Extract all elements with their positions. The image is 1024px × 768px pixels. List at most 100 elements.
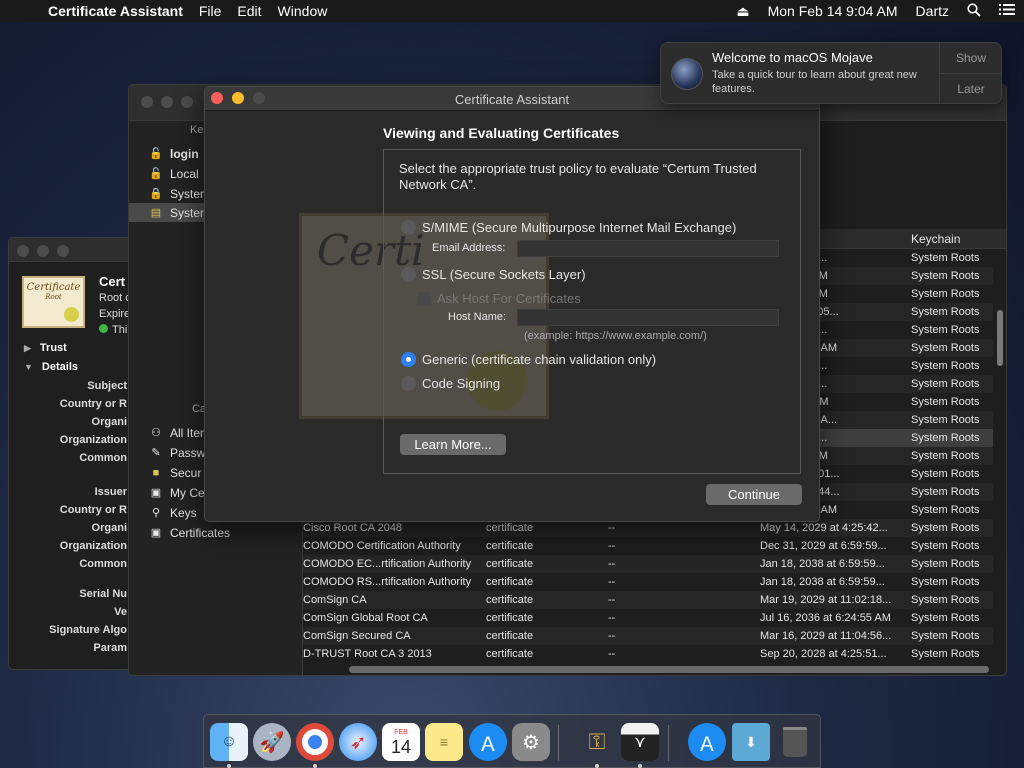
trash-icon[interactable]	[776, 723, 814, 761]
learn-more-button[interactable]: Learn More...	[400, 434, 506, 455]
table-row[interactable]: ComSign Secured CA certificate -- Mar 16, 2…	[303, 627, 993, 645]
kind-cell: certificate	[486, 576, 534, 588]
radio-button[interactable]	[401, 220, 416, 235]
sidebar-item-certificates[interactable]: ▣ Certificates	[129, 523, 303, 542]
kind-cell: certificate	[486, 522, 534, 534]
expires-cell: Jan 18, 2038 at 6:59:59...	[760, 576, 885, 588]
detail-label: Organization	[59, 540, 127, 552]
app-menu[interactable]: Certificate Assistant	[40, 3, 191, 19]
file-menu[interactable]: File	[191, 3, 230, 19]
window-menu[interactable]: Window	[270, 3, 336, 19]
valid-check-icon	[99, 324, 108, 333]
detail-label: Subject	[87, 380, 127, 392]
notification-banner[interactable]: Welcome to macOS Mojave Take a quick tou…	[660, 42, 1002, 104]
user-menu[interactable]: Dartz	[907, 3, 958, 19]
cert-name-cell: COMODO RS...rtification Authority	[303, 576, 472, 588]
spotlight-search-icon[interactable]	[958, 2, 990, 20]
table-row[interactable]: ComSign Global Root CA certificate -- Jul 1…	[303, 609, 993, 627]
zoom-button[interactable]	[181, 96, 193, 108]
keychain-cell: System Roots	[911, 432, 980, 444]
vertical-scrollbar[interactable]	[997, 310, 1003, 366]
notes-icon[interactable]: ≡	[425, 723, 463, 761]
detail-label: Param	[93, 642, 127, 654]
edit-menu[interactable]: Edit	[229, 3, 269, 19]
notification-center-icon[interactable]	[990, 3, 1024, 19]
close-button[interactable]	[141, 96, 153, 108]
modified-cell: --	[608, 576, 616, 588]
kind-cell: certificate	[486, 558, 534, 570]
radio-button[interactable]	[401, 267, 416, 282]
zoom-button[interactable]	[57, 245, 69, 257]
detail-label: Organization	[59, 434, 127, 446]
minimize-button[interactable]	[37, 245, 49, 257]
cert-name-cell: COMODO Certification Authority	[303, 540, 461, 552]
system-preferences-icon[interactable]: ⚙	[512, 723, 550, 761]
details-disclosure[interactable]: ▼ Details	[24, 361, 78, 373]
downloads-folder-icon[interactable]: ⬇	[732, 723, 770, 761]
certificate-icon: ▣	[150, 527, 162, 539]
detail-label: Organi	[91, 522, 127, 534]
email-label: Email Address:	[432, 242, 506, 254]
column-header-keychain[interactable]: Keychain	[911, 232, 960, 246]
downloads-app-store-icon[interactable]: Ａ	[688, 723, 726, 761]
finder-icon[interactable]: ☺	[210, 723, 248, 761]
detail-label: Signature Algo	[49, 624, 127, 636]
email-field[interactable]	[517, 240, 779, 257]
table-row[interactable]: D-TRUST Root CA 3 2013 certificate -- Sep 2…	[303, 645, 993, 663]
minimize-button[interactable]	[161, 96, 173, 108]
radio-button-selected[interactable]	[401, 352, 416, 367]
expires-cell: May 14, 2029 at 4:25:42...	[760, 522, 888, 534]
kind-cell: certificate	[486, 540, 534, 552]
table-row[interactable]: COMODO EC...rtification Authority certifi…	[303, 555, 993, 573]
keychain-cell: System Roots	[911, 378, 980, 390]
trust-disclosure[interactable]: ▶ Trust	[24, 342, 67, 354]
ask-host-checkbox[interactable]: Ask Host For Certificates	[418, 291, 581, 306]
eject-icon[interactable]: ⏏	[727, 3, 758, 20]
modified-cell: --	[608, 540, 616, 552]
table-row[interactable]: ComSign CA certificate -- Mar 19, 2029 at 1…	[303, 591, 993, 609]
keychain-access-icon[interactable]: ⚿	[578, 723, 616, 761]
launchpad-icon[interactable]: 🚀	[253, 723, 291, 761]
keychain-cell: System Roots	[911, 270, 980, 282]
smime-radio[interactable]: S/MIME (Secure Multipurpose Internet Mai…	[401, 220, 736, 235]
page-title: Viewing and Evaluating Certificates	[383, 125, 620, 141]
table-row[interactable]: COMODO Certification Authority certificat…	[303, 537, 993, 555]
calendar-icon[interactable]: FEB 14	[382, 723, 420, 761]
modified-cell: --	[608, 594, 616, 606]
dock-separator	[558, 725, 559, 761]
table-row[interactable]: COMODO RS...rtification Authority certifi…	[303, 573, 993, 591]
cert-name-cell: D-TRUST Root CA 3 2013	[303, 648, 432, 660]
detail-label: Serial Nu	[79, 588, 127, 600]
certificate-expires: Expire	[99, 308, 131, 320]
keychain-cell: System Roots	[911, 648, 980, 660]
detail-label: Issuer	[94, 486, 127, 498]
close-button[interactable]	[17, 245, 29, 257]
app-store-icon[interactable]: Ａ	[469, 723, 507, 761]
generic-radio[interactable]: Generic (certificate chain validation on…	[401, 352, 656, 367]
host-name-field[interactable]	[517, 309, 779, 326]
expires-cell: Jan 18, 2038 at 6:59:59...	[760, 558, 885, 570]
keychain-cell: System Roots	[911, 414, 980, 426]
certificate-assistant-icon[interactable]: ⋎	[621, 723, 659, 761]
horizontal-scrollbar[interactable]	[349, 666, 989, 673]
expires-cell: Dec 31, 2029 at 6:59:59...	[760, 540, 887, 552]
safari-icon[interactable]: ➶	[339, 723, 377, 761]
cert-name-cell: ComSign Global Root CA	[303, 612, 428, 624]
people-icon: ⚇	[151, 427, 161, 439]
modified-cell: --	[608, 522, 616, 534]
kind-cell: certificate	[486, 594, 534, 606]
later-button[interactable]: Later	[940, 73, 1002, 103]
keychain-cell: System Roots	[911, 558, 980, 570]
running-indicator	[313, 764, 317, 768]
notification-title: Welcome to macOS Mojave	[712, 50, 873, 65]
chrome-icon[interactable]	[296, 723, 334, 761]
kind-cell: certificate	[486, 630, 534, 642]
ssl-radio[interactable]: SSL (Secure Sockets Layer)	[401, 267, 586, 282]
clock[interactable]: Mon Feb 14 9:04 AM	[759, 3, 907, 19]
show-button[interactable]: Show	[940, 43, 1002, 73]
code-signing-radio[interactable]: Code Signing	[401, 376, 500, 391]
continue-button[interactable]: Continue	[706, 484, 802, 505]
checkbox[interactable]	[418, 292, 431, 305]
radio-button[interactable]	[401, 376, 416, 391]
seal-icon	[64, 307, 79, 322]
